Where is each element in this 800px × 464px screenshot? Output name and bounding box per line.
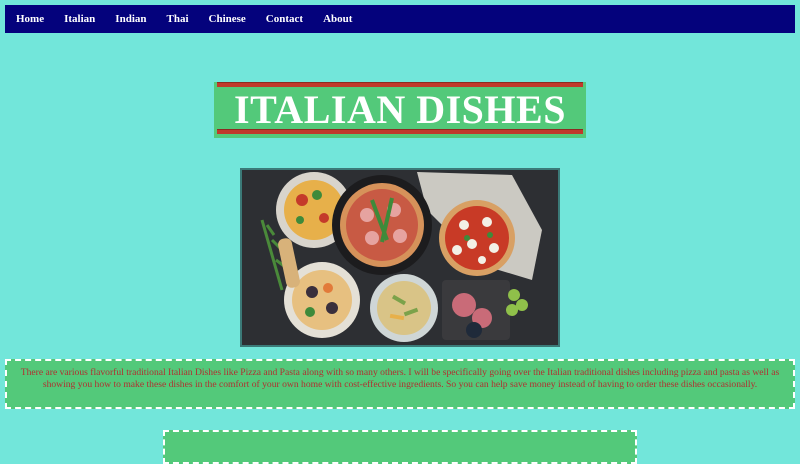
lower-content-panel	[163, 430, 637, 464]
nav-contact[interactable]: Contact	[256, 5, 313, 33]
nav-indian[interactable]: Indian	[105, 5, 156, 33]
page-title: ITALIAN DISHES	[234, 87, 566, 132]
nav-chinese[interactable]: Chinese	[199, 5, 256, 33]
nav-thai[interactable]: Thai	[157, 5, 199, 33]
top-navbar: Home Italian Indian Thai Chinese Contact…	[5, 5, 795, 33]
hero-image	[240, 168, 560, 347]
title-bottom-rule	[217, 129, 583, 134]
page-title-banner: ITALIAN DISHES	[214, 82, 586, 138]
nav-about[interactable]: About	[313, 5, 362, 33]
intro-paragraph: There are various flavorful traditional …	[20, 367, 780, 390]
nav-italian[interactable]: Italian	[54, 5, 105, 33]
nav-home[interactable]: Home	[5, 5, 54, 33]
intro-panel: There are various flavorful traditional …	[5, 359, 795, 409]
italian-dishes-photo	[242, 170, 558, 345]
